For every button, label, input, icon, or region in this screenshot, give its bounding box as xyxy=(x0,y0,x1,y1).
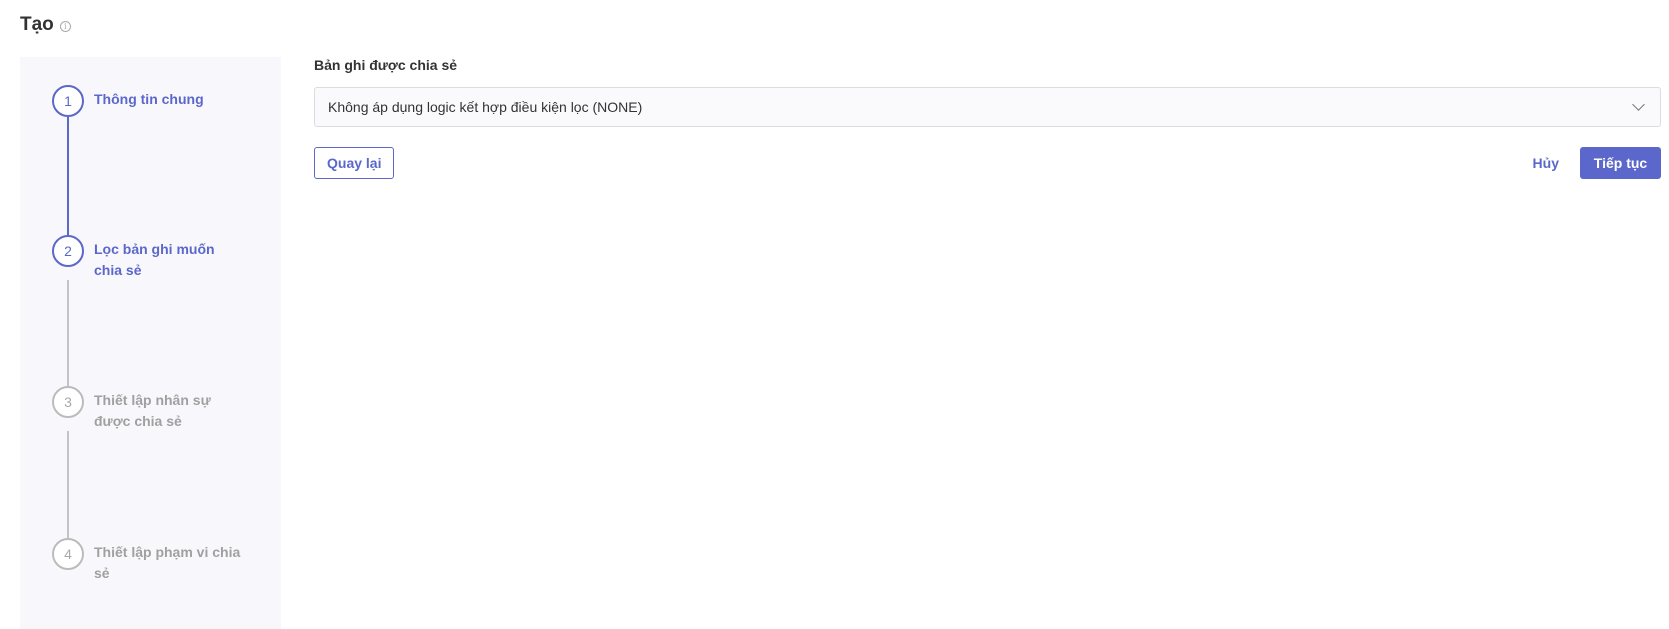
step-2[interactable]: 2 Lọc bản ghi muốn chia sẻ xyxy=(52,235,246,281)
chevron-down-icon xyxy=(1632,98,1645,111)
step-label: Thông tin chung xyxy=(94,91,204,107)
step-number: 4 xyxy=(52,538,84,570)
step-label: Thiết lập nhân sự được chia sẻ xyxy=(94,392,211,429)
step-number: 2 xyxy=(52,235,84,267)
step-4[interactable]: 4 Thiết lập phạm vi chia sẻ xyxy=(52,538,246,584)
page-title: Tạo xyxy=(20,14,54,35)
form-content: Bản ghi được chia sẻ Không áp dụng logic… xyxy=(314,57,1661,179)
step-connector-3 xyxy=(67,431,69,551)
shared-records-select[interactable]: Không áp dụng logic kết hợp điều kiện lọ… xyxy=(314,87,1661,127)
step-label: Thiết lập phạm vi chia sẻ xyxy=(94,544,241,581)
step-number: 3 xyxy=(52,386,84,418)
step-number: 1 xyxy=(52,85,84,117)
info-icon[interactable]: i xyxy=(59,21,71,32)
cancel-button[interactable]: Hủy xyxy=(1523,147,1569,179)
step-1[interactable]: 1 Thông tin chung xyxy=(52,85,246,117)
shared-records-label: Bản ghi được chia sẻ xyxy=(314,57,458,73)
page-header: Tạo i xyxy=(20,14,71,36)
step-3[interactable]: 3 Thiết lập nhân sự được chia sẻ xyxy=(52,386,246,432)
step-connector-1 xyxy=(67,117,69,248)
stepper-sidebar: 1 Thông tin chung 2 Lọc bản ghi muốn chi… xyxy=(20,57,281,629)
shared-records-value: Không áp dụng logic kết hợp điều kiện lọ… xyxy=(328,99,643,115)
step-connector-2 xyxy=(67,280,69,399)
back-button[interactable]: Quay lại xyxy=(314,147,395,179)
next-button[interactable]: Tiếp tục xyxy=(1580,147,1661,179)
step-label: Lọc bản ghi muốn chia sẻ xyxy=(94,241,215,278)
